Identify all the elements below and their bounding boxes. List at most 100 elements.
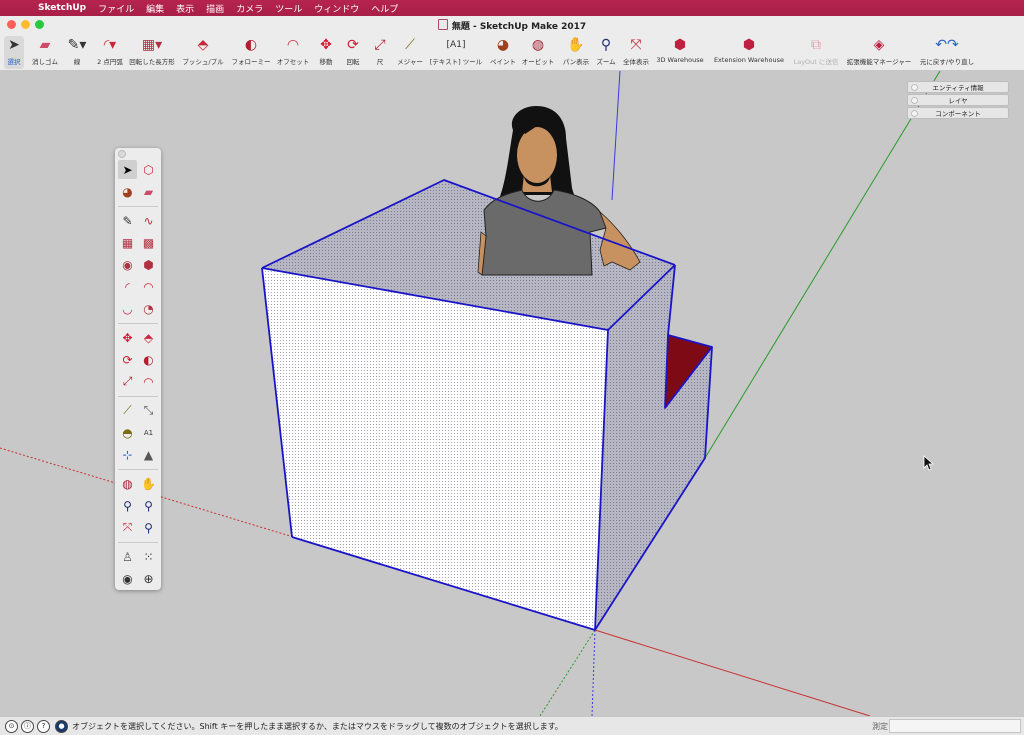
text-tool-button[interactable]: [A1] [テキスト] ツール: [428, 36, 484, 69]
extension-manager-icon: ◈: [873, 37, 885, 53]
offset-tool-button[interactable]: ◠ オフセット: [274, 36, 312, 69]
menu-view[interactable]: 表示: [176, 2, 194, 15]
palette-orbit-tool[interactable]: ◍: [118, 474, 137, 493]
menu-draw[interactable]: 描画: [206, 2, 224, 15]
select-tool-button[interactable]: ➤ 選択: [4, 36, 24, 69]
palette-dimension-tool[interactable]: ⤡: [139, 401, 158, 420]
person-figure[interactable]: [477, 106, 641, 276]
tray-layers[interactable]: レイヤ: [907, 94, 1009, 106]
palette-line-tool[interactable]: ✎: [118, 211, 137, 230]
palette-freehand-tool[interactable]: ∿: [139, 211, 158, 230]
tray-toggle-icon[interactable]: [911, 110, 918, 117]
palette-arc-tool[interactable]: ◜: [118, 277, 137, 296]
zoom-extents-tool-button[interactable]: ⤧ 全体表示: [620, 36, 652, 69]
paint-tool-button[interactable]: ◕ ペイント: [488, 36, 518, 69]
palette-text-tool[interactable]: A1: [139, 423, 158, 442]
pushpull-tool-button[interactable]: ⬘ プッシュ/プル: [180, 36, 226, 69]
arc-tool-button[interactable]: ◜▾ 2 点円弧: [94, 36, 126, 69]
zoom-extents-icon: ⤧: [122, 520, 133, 534]
3d-warehouse-button[interactable]: ⬢ 3D Warehouse: [654, 36, 706, 69]
palette-rotated-rectangle-tool[interactable]: ▩: [139, 233, 158, 252]
palette-component-tool[interactable]: ⬡: [139, 160, 158, 179]
model-viewport[interactable]: エンティティ情報 レイヤ コンポーネント ➤ ⬡ ◕ ▰ ✎ ∿ ▦ ▩ ◉ ⬢…: [0, 71, 1024, 716]
palette-3point-arc-tool[interactable]: ◡: [118, 299, 137, 318]
followme-tool-button[interactable]: ◐ フォローミー: [229, 36, 273, 69]
palette-circle-tool[interactable]: ◉: [118, 255, 137, 274]
menu-file[interactable]: ファイル: [98, 2, 134, 15]
section-plane-icon: ⊕: [143, 571, 154, 586]
rotate-icon: ⟳: [347, 37, 359, 53]
send-to-layout-button[interactable]: ⧉ LayOut に送信: [792, 36, 840, 69]
zoom-tool-button[interactable]: ⚲ ズーム: [594, 36, 618, 69]
tray-toggle-icon[interactable]: [911, 84, 918, 91]
palette-eraser-tool[interactable]: ▰: [139, 182, 158, 201]
document-icon: [437, 19, 448, 30]
menu-window[interactable]: ウィンドウ: [314, 2, 359, 15]
circle-icon: ◉: [122, 257, 133, 272]
palette-position-camera-tool[interactable]: ♙: [118, 547, 137, 566]
pan-tool-button[interactable]: ✋ パン表示: [560, 36, 592, 69]
move-tool-button[interactable]: ✥ 移動: [315, 36, 337, 69]
orbit-tool-button[interactable]: ◍ オービット: [520, 36, 556, 69]
menu-edit[interactable]: 編集: [146, 2, 164, 15]
palette-3d-text-tool[interactable]: ▲: [139, 445, 158, 464]
palette-followme-tool[interactable]: ◐: [139, 350, 158, 369]
three-point-arc-icon: ◡: [122, 301, 133, 316]
palette-walk-tool[interactable]: ⁙: [139, 547, 158, 566]
tray-entity-info[interactable]: エンティティ情報: [907, 81, 1009, 93]
palette-pan-tool[interactable]: ✋: [139, 474, 158, 493]
scale-tool-button[interactable]: ⤢ 尺: [368, 36, 392, 69]
tray-panel: エンティティ情報 レイヤ コンポーネント: [907, 81, 1009, 120]
tray-components[interactable]: コンポーネント: [907, 107, 1009, 119]
magnifier-icon: ⚲: [123, 498, 132, 513]
menu-help[interactable]: ヘルプ: [371, 2, 398, 15]
menu-tools[interactable]: ツール: [275, 2, 302, 15]
menu-app[interactable]: SketchUp: [38, 3, 86, 13]
position-camera-icon: ♙: [122, 549, 133, 564]
palette-scale-tool[interactable]: ⤢: [118, 372, 137, 391]
credits-icon[interactable]: ⓘ: [21, 720, 34, 733]
tape-measure-tool-button[interactable]: ⟋ メジャー: [396, 36, 424, 69]
layout-icon: ⧉: [811, 37, 821, 53]
palette-offset-tool[interactable]: ◠: [139, 372, 158, 391]
palette-paint-tool[interactable]: ◕: [118, 182, 137, 201]
line-tool-button[interactable]: ✎▾ 線: [64, 36, 90, 69]
palette-zoom-tool[interactable]: ⚲: [118, 496, 137, 515]
warehouse-icon: ⬢: [673, 37, 687, 53]
menu-camera[interactable]: カメラ: [236, 2, 263, 15]
rotate-tool-button[interactable]: ⟳ 回転: [342, 36, 364, 69]
palette-pushpull-tool[interactable]: ⬘: [139, 328, 158, 347]
box-front-face[interactable]: [262, 268, 608, 630]
palette-rotate-tool[interactable]: ⟳: [118, 350, 137, 369]
palette-pie-tool[interactable]: ◔: [139, 299, 158, 318]
extension-warehouse-button[interactable]: ⬢ Extension Warehouse: [710, 36, 788, 69]
palette-zoom-extents-tool[interactable]: ⤧: [118, 518, 137, 537]
palette-polygon-tool[interactable]: ⬢: [139, 255, 158, 274]
mouse-cursor-icon: [923, 455, 935, 471]
eraser-tool-button[interactable]: ▰ 消しゴム: [28, 36, 62, 69]
followme-icon: ◐: [143, 352, 154, 367]
extension-manager-button[interactable]: ◈ 拡張機能マネージャー: [844, 36, 914, 69]
palette-close-button[interactable]: [118, 150, 126, 158]
tray-toggle-icon[interactable]: [911, 97, 918, 104]
geolocation-icon[interactable]: ⊙: [5, 720, 18, 733]
user-icon[interactable]: ●: [55, 720, 68, 733]
palette-look-around-tool[interactable]: ◉: [118, 569, 137, 588]
palette-axes-tool[interactable]: ⊹: [118, 445, 137, 464]
undo-redo-button[interactable]: ↶↷ 元に戻す/やり直し: [917, 36, 977, 69]
palette-select-tool[interactable]: ➤: [118, 160, 137, 179]
measurements-input[interactable]: [889, 719, 1021, 733]
palette-previous-view-tool[interactable]: ⚲: [139, 518, 158, 537]
palette-move-tool[interactable]: ✥: [118, 328, 137, 347]
arc-icon: ◜: [125, 279, 130, 294]
palette-tape-measure-tool[interactable]: ⟋: [118, 401, 137, 420]
palette-protractor-tool[interactable]: ◓: [118, 423, 137, 442]
palette-section-plane-tool[interactable]: ⊕: [139, 569, 158, 588]
palette-2point-arc-tool[interactable]: ◠: [139, 277, 158, 296]
palette-rectangle-tool[interactable]: ▦: [118, 233, 137, 252]
rotated-rectangle-tool-button[interactable]: ▦▾ 回転した長方形: [128, 36, 176, 69]
blue-axis: [611, 71, 621, 201]
palette-zoom-window-tool[interactable]: ⚲: [139, 496, 158, 515]
help-icon[interactable]: ?: [37, 720, 50, 733]
component-icon: ⬡: [143, 162, 154, 177]
